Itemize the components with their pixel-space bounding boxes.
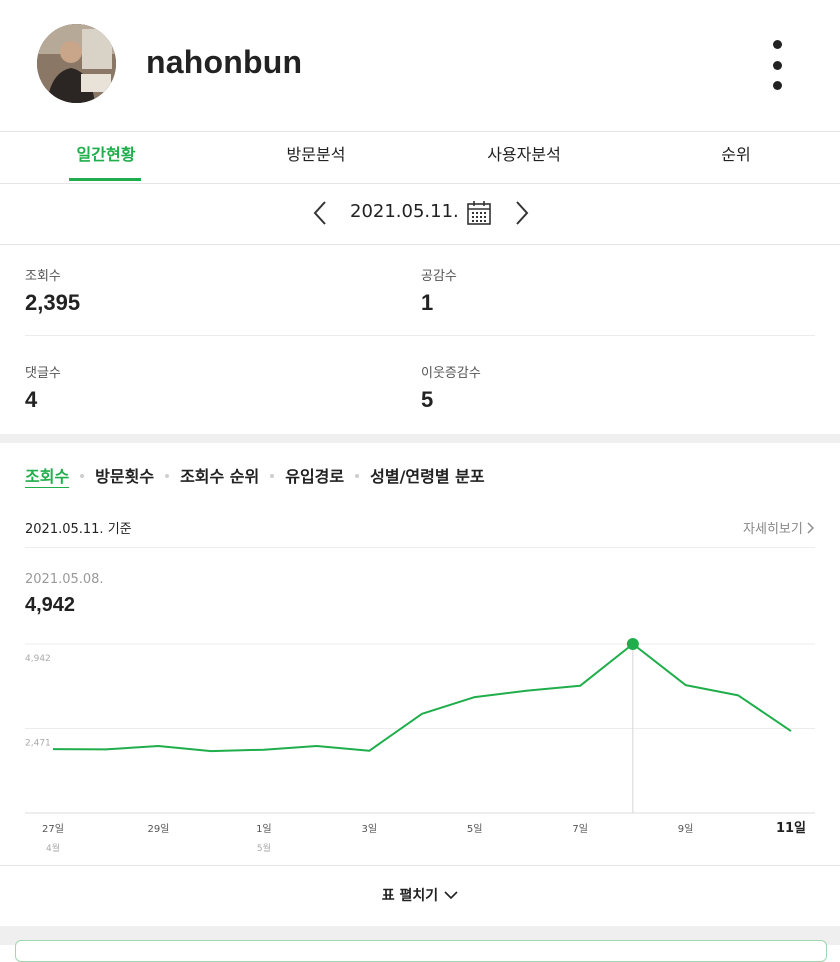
prev-date-icon[interactable] (309, 199, 333, 227)
profile-header: nahonbun (0, 0, 840, 131)
separator (270, 474, 275, 478)
stat-value: 4 (25, 387, 38, 412)
x-tick-label: 27일 (42, 823, 64, 835)
avatar-photo (37, 24, 116, 103)
username: nahonbun (146, 44, 303, 80)
tab-visit-analysis[interactable]: 방문분석 (250, 132, 382, 183)
tab-label: 일간현황 (76, 145, 136, 164)
stats-summary: 조회수 2,395 공감수 1 댓글수 4 이웃증감수 5 (0, 245, 840, 435)
tab-label: 사용자분석 (487, 145, 561, 164)
x-tick-label: 9일 (678, 823, 694, 835)
tab-user-analysis[interactable]: 사용자분석 (458, 132, 590, 183)
tab-label: 방문분석 (286, 145, 346, 164)
divider (0, 865, 840, 866)
tab-label: 순위 (721, 145, 751, 164)
selected-point-date: 2021.05.08. (25, 572, 104, 587)
current-date: 2021.05.11. (350, 201, 459, 222)
x-tick-label: 11일 (776, 821, 806, 836)
highlight-point (626, 638, 639, 650)
subtab-referrers[interactable]: 유입경로 (285, 463, 344, 487)
subtab-demographics[interactable]: 성별/연령별 분포 (370, 463, 484, 487)
tab-daily[interactable]: 일간현황 (40, 132, 172, 183)
avatar[interactable] (37, 24, 116, 103)
subtab-views[interactable]: 조회수 (25, 463, 69, 487)
views-series-line (52, 643, 792, 753)
subtab-visits[interactable]: 방문횟수 (95, 463, 154, 487)
details-link-label: 자세히보기 (743, 522, 803, 537)
stats-tabs: 일간현황 방문분석 사용자분석 순위 (0, 131, 840, 184)
subtab-view-ranking[interactable]: 조회수 순위 (180, 463, 259, 487)
stat-comments: 댓글수 4 (25, 362, 405, 413)
x-tick-label: 3일 (362, 823, 378, 835)
chevron-down-icon (444, 888, 458, 904)
stat-label: 공감수 (421, 269, 457, 284)
x-tick-label: 29일 (147, 823, 169, 835)
next-date-icon[interactable] (509, 199, 533, 227)
stat-label: 댓글수 (25, 366, 61, 381)
chevron-right-icon (807, 522, 814, 534)
y-tick-label: 2,471 (25, 739, 51, 749)
stat-value: 5 (421, 387, 434, 412)
chart-basis-date: 2021.05.11. 기준 (25, 522, 132, 537)
tab-ranking[interactable]: 순위 (670, 132, 802, 183)
selected-point-value: 4,942 (25, 594, 76, 616)
details-link[interactable]: 자세히보기 (743, 518, 815, 537)
stat-label: 조회수 (25, 269, 61, 284)
stat-neighbors: 이웃증감수 5 (421, 362, 801, 413)
views-line-chart: 4,942 2,471 27일 4월 29일 1일 5월 3일 5일 7일 9일 11일 (0, 630, 840, 862)
separator (80, 474, 85, 478)
divider (25, 335, 815, 336)
expand-table-button[interactable]: 표 펼치기 (0, 885, 840, 905)
expand-label: 표 펼치기 (381, 888, 439, 904)
divider (25, 547, 815, 548)
y-tick-label: 4,942 (25, 654, 51, 664)
chart-subtabs: 조회수 방문횟수 조회수 순위 유입경로 성별/연령별 분포 (25, 463, 485, 489)
bottom-card (15, 940, 827, 962)
separator (355, 474, 360, 478)
stat-value: 2,395 (25, 290, 81, 315)
separator (165, 474, 170, 478)
stat-label: 이웃증감수 (421, 366, 481, 381)
calendar-icon[interactable] (466, 200, 492, 230)
stat-likes: 공감수 1 (421, 265, 801, 316)
more-options-icon[interactable] (760, 40, 794, 90)
x-tick-sublabel: 4월 (46, 842, 60, 854)
x-tick-label: 7일 (572, 823, 588, 835)
x-tick-label: 1일 (256, 823, 272, 835)
x-tick-label: 5일 (467, 823, 483, 835)
chart-svg: 4,942 2,471 27일 4월 29일 1일 5월 3일 5일 7일 9일 11일 (25, 638, 815, 854)
stat-views: 조회수 2,395 (25, 265, 405, 316)
section-gap (0, 434, 840, 443)
tab-active-indicator (69, 178, 141, 181)
x-tick-sublabel: 5월 (257, 842, 271, 854)
stat-value: 1 (421, 290, 434, 315)
date-navigator: 2021.05.11. (0, 183, 840, 245)
